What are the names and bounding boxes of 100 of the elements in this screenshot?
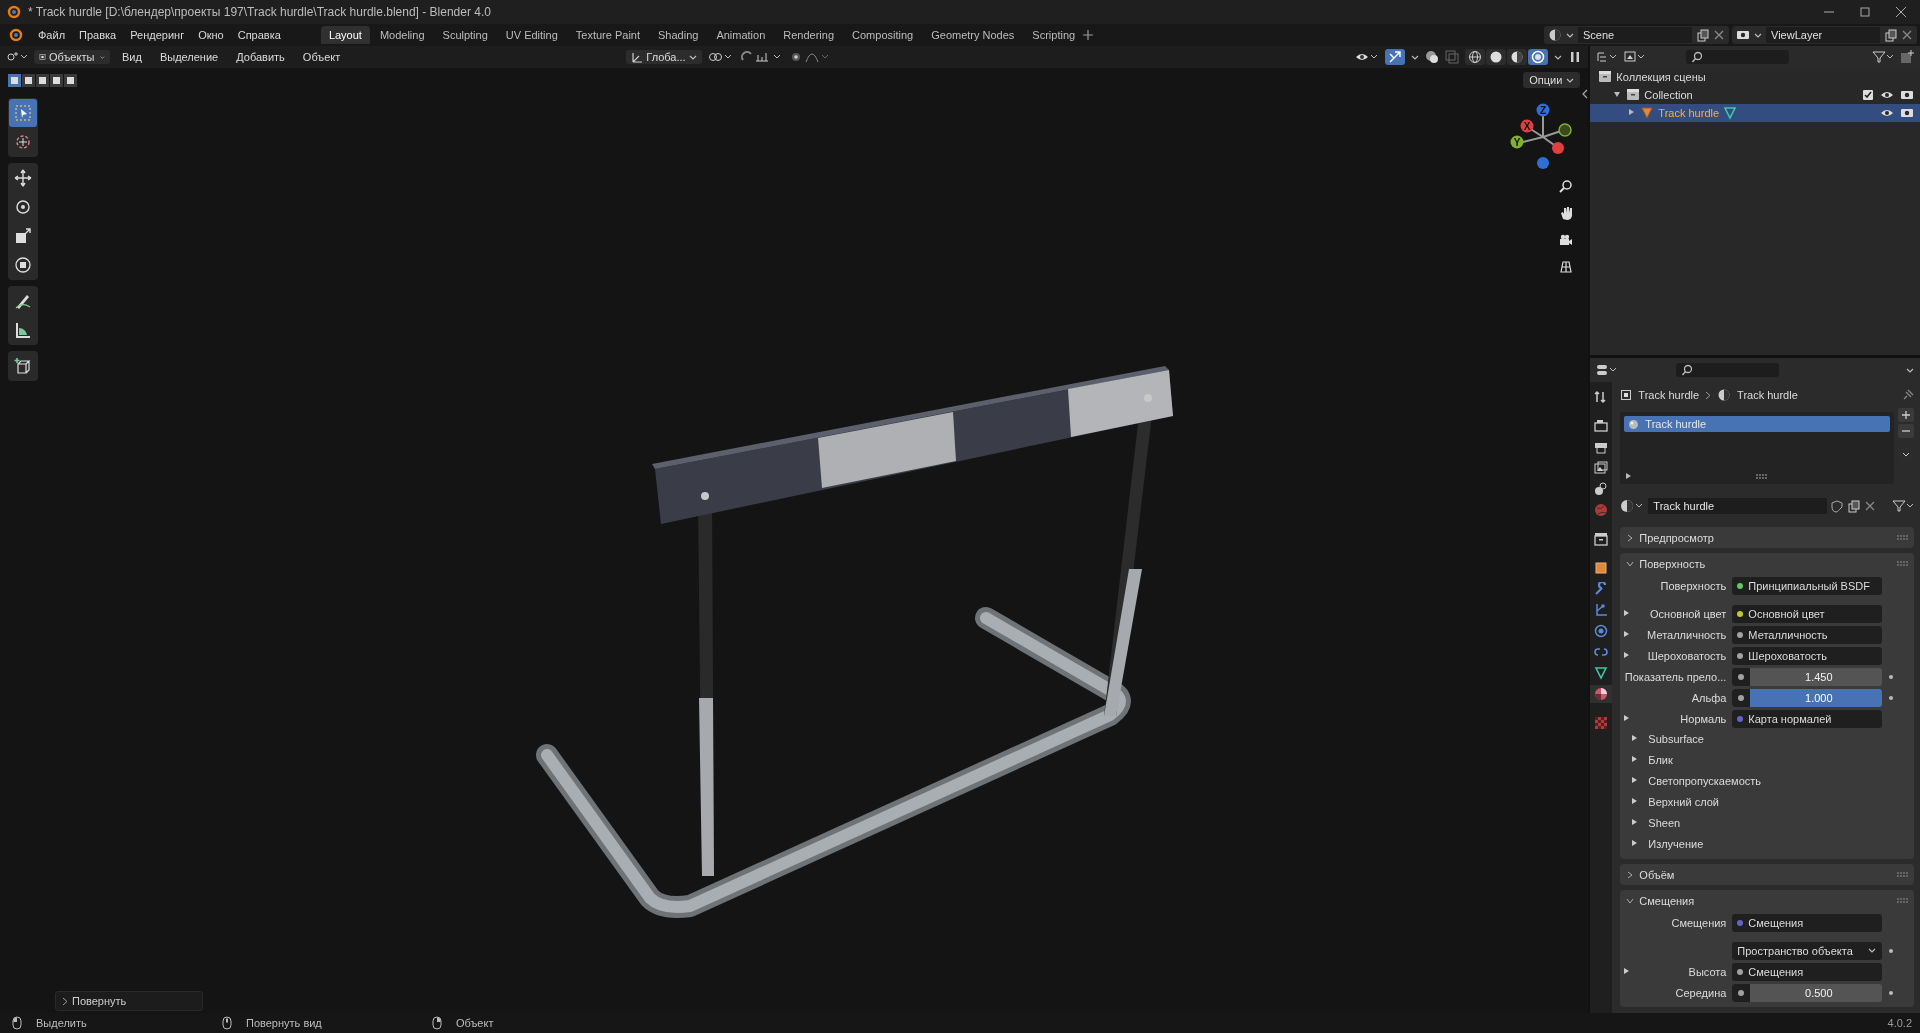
- expanded-arrow-icon[interactable]: [1613, 90, 1622, 98]
- workspace-tab[interactable]: Scripting: [1024, 26, 1084, 44]
- material-browse-icon[interactable]: [1620, 499, 1645, 513]
- caret-icon[interactable]: [1554, 53, 1563, 61]
- display-mode-icon[interactable]: [1596, 50, 1619, 64]
- proportional-edit-icon[interactable]: [789, 50, 830, 64]
- material-slot-list[interactable]: Track hurdle: [1620, 412, 1894, 484]
- subpanel-header[interactable]: Sheen: [1620, 813, 1914, 833]
- axis-handle[interactable]: Z: [1536, 103, 1550, 117]
- menu-item[interactable]: Окно: [192, 27, 230, 43]
- pivot-icon[interactable]: [707, 50, 734, 64]
- zoom-icon[interactable]: [1559, 179, 1573, 193]
- socket-field[interactable]: Принципиальный BSDF: [1732, 576, 1883, 595]
- select-mode-button[interactable]: [36, 74, 49, 87]
- properties-tab[interactable]: [1590, 685, 1613, 703]
- search-field[interactable]: [1686, 50, 1790, 64]
- number-field[interactable]: 1.000: [1732, 688, 1883, 707]
- menu-item[interactable]: Справка: [231, 27, 287, 43]
- socket-field[interactable]: Смещения: [1732, 913, 1883, 932]
- socket-field[interactable]: Шероховатость: [1732, 646, 1883, 665]
- menu-item[interactable]: Рендеринг: [124, 27, 191, 43]
- shading-button[interactable]: [1465, 49, 1486, 65]
- expand-arrow-icon[interactable]: [1622, 650, 1631, 659]
- filter-icon[interactable]: [1872, 50, 1894, 64]
- copy-icon[interactable]: [1884, 28, 1897, 42]
- close-icon[interactable]: [1896, 7, 1906, 17]
- copy-icon[interactable]: [1847, 499, 1860, 513]
- camera-icon[interactable]: [1900, 106, 1914, 120]
- socket-field[interactable]: Смещения: [1732, 962, 1883, 981]
- expand-arrow-icon[interactable]: [1622, 629, 1631, 638]
- workspace-tab[interactable]: Sculpting: [434, 26, 496, 44]
- drag-handle-icon[interactable]: [1897, 872, 1908, 877]
- hand-icon[interactable]: [1559, 206, 1573, 220]
- filter-icon[interactable]: [1892, 499, 1914, 513]
- checkbox[interactable]: [1862, 89, 1874, 101]
- subpanel-header[interactable]: Верхний слой: [1620, 792, 1914, 812]
- panel-header[interactable]: Предпросмотр: [1620, 527, 1914, 548]
- keyframe-dot[interactable]: [1889, 948, 1894, 953]
- close-icon[interactable]: [1713, 29, 1725, 41]
- eye-icon[interactable]: [1880, 89, 1894, 101]
- menu-item[interactable]: Объект: [296, 49, 347, 65]
- editor-type-icon[interactable]: [1596, 363, 1619, 377]
- keyframe-dot[interactable]: [1889, 990, 1894, 995]
- dropdown-field[interactable]: Пространство объекта: [1732, 941, 1883, 960]
- item-label[interactable]: Track hurdle: [1658, 107, 1720, 119]
- shading-button[interactable]: [1507, 49, 1528, 65]
- camera-icon[interactable]: [1900, 88, 1914, 102]
- socket-field[interactable]: Металличность: [1732, 625, 1883, 644]
- socket-field[interactable]: Карта нормалей: [1732, 709, 1883, 728]
- menu-item[interactable]: Файл: [32, 27, 72, 43]
- menu-item[interactable]: Выделение: [153, 49, 225, 65]
- maximize-icon[interactable]: [1860, 7, 1870, 17]
- gizmo-toggle[interactable]: [1385, 49, 1406, 65]
- close-icon[interactable]: [1864, 500, 1876, 512]
- scene-field[interactable]: Scene: [1578, 27, 1692, 43]
- menu-item[interactable]: Добавить: [230, 49, 291, 65]
- material-name-field[interactable]: Track hurdle: [1648, 498, 1827, 514]
- expand-arrow-icon[interactable]: [1624, 472, 1633, 480]
- select-mode-button[interactable]: [8, 74, 21, 87]
- item-label[interactable]: Коллекция сцены: [1616, 71, 1706, 83]
- caret-icon[interactable]: [1411, 53, 1420, 61]
- expand-arrow-icon[interactable]: [1622, 713, 1631, 722]
- keyframe-dot[interactable]: [1889, 695, 1894, 700]
- socket-field[interactable]: Основной цвет: [1732, 604, 1883, 623]
- last-operator-panel[interactable]: Повернуть: [55, 991, 203, 1011]
- copy-icon[interactable]: [1696, 28, 1709, 42]
- scene-icon[interactable]: [1548, 28, 1562, 42]
- workspace-tab[interactable]: Geometry Nodes: [923, 26, 1023, 44]
- item-label[interactable]: Collection: [1644, 89, 1693, 101]
- select-mode-button[interactable]: [64, 74, 77, 87]
- select-mode-button[interactable]: [50, 74, 63, 87]
- workspace-tab[interactable]: Rendering: [775, 26, 843, 44]
- resize-handle-icon[interactable]: [1755, 473, 1767, 479]
- axis-handle[interactable]: [1552, 142, 1564, 154]
- panel-header[interactable]: Объём: [1620, 864, 1914, 885]
- orientation-dropdown[interactable]: Глоба...: [626, 50, 702, 64]
- add-icon[interactable]: [1083, 30, 1094, 40]
- drag-handle-icon[interactable]: [1897, 561, 1908, 566]
- camera-icon[interactable]: [1559, 233, 1573, 247]
- editor-type-icon[interactable]: [6, 50, 28, 64]
- panel-header[interactable]: Поверхность: [1620, 553, 1914, 574]
- close-icon[interactable]: [1901, 29, 1913, 41]
- fake-user-icon[interactable]: [1831, 499, 1843, 513]
- axis-handle[interactable]: Y: [1510, 135, 1524, 149]
- eye-icon[interactable]: [1880, 107, 1894, 119]
- material-slot[interactable]: Track hurdle: [1624, 416, 1890, 432]
- grid-icon[interactable]: [1559, 260, 1573, 274]
- expand-arrow-icon[interactable]: [1622, 966, 1631, 975]
- axis-handle[interactable]: [1537, 157, 1549, 169]
- workspace-tab[interactable]: Shading: [650, 26, 707, 44]
- caret-icon[interactable]: [1906, 366, 1914, 374]
- subpanel-header[interactable]: Излучение: [1620, 834, 1914, 854]
- number-field[interactable]: 0.500: [1732, 983, 1883, 1002]
- workspace-tab[interactable]: Animation: [708, 26, 774, 44]
- workspace-tab[interactable]: UV Editing: [497, 26, 566, 44]
- caret-icon[interactable]: [1754, 31, 1762, 39]
- axis-handle[interactable]: [1558, 123, 1572, 137]
- collapsed-arrow-icon[interactable]: [1627, 108, 1636, 116]
- number-field[interactable]: 1.450: [1732, 667, 1883, 686]
- search-field[interactable]: [1676, 363, 1780, 377]
